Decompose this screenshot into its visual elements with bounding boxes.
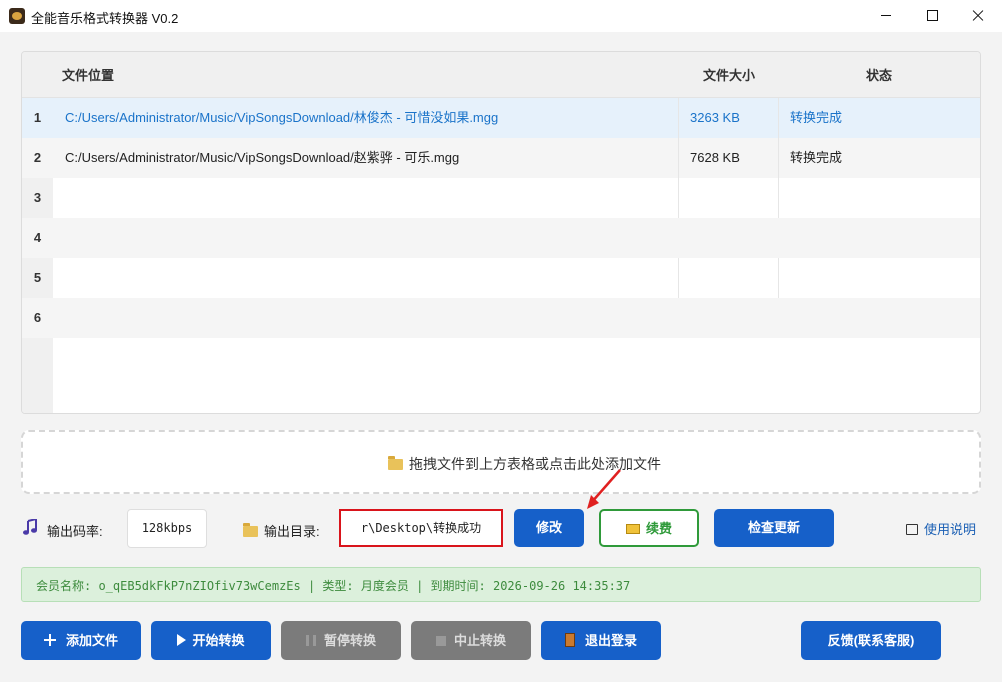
folder-icon (388, 456, 403, 470)
cell-size[interactable] (690, 178, 785, 218)
cell-path[interactable]: C:/Users/Administrator/Music/VipSongsDow… (65, 138, 675, 178)
exit-door-icon (564, 633, 575, 647)
modify-button[interactable]: 修改 (514, 509, 584, 547)
stop-icon (435, 636, 446, 646)
help-label: 使用说明 (924, 522, 977, 537)
start-convert-button[interactable]: 开始转换 (151, 621, 271, 660)
minimize-icon (881, 15, 891, 16)
row-number: 5 (33, 270, 42, 285)
bitrate-label: 输出码率: (47, 524, 103, 539)
table-header: 文件位置 文件大小 状态 (22, 52, 980, 98)
table-row[interactable]: 1 C:/Users/Administrator/Music/VipSongsD… (22, 98, 980, 138)
window-title: 全能音乐格式转换器 V0.2 (31, 11, 179, 26)
row-number: 6 (33, 310, 42, 325)
table-row[interactable]: 4 (22, 218, 980, 258)
cell-status[interactable] (790, 298, 970, 338)
cell-status[interactable]: 转换完成 (790, 138, 970, 178)
table-row[interactable]: 3 (22, 178, 980, 218)
renew-button[interactable]: 续费 (599, 509, 699, 547)
card-icon (625, 524, 640, 534)
outdir-label: 输出目录: (264, 524, 320, 539)
folder-icon (243, 523, 258, 537)
header-size[interactable]: 文件大小 (703, 52, 755, 97)
row-number: 4 (33, 230, 42, 245)
file-table[interactable]: 文件位置 文件大小 状态 1 C:/Users/Administrator/Mu… (21, 51, 981, 414)
renew-label: 续费 (645, 521, 672, 536)
cell-size[interactable] (690, 258, 785, 298)
cell-path[interactable] (65, 298, 675, 338)
music-note-icon (23, 519, 37, 535)
cell-size[interactable] (690, 298, 785, 338)
header-path[interactable]: 文件位置 (62, 52, 114, 97)
pause-convert-button[interactable]: 暂停转换 (281, 621, 401, 660)
cell-size[interactable]: 3263 KB (690, 98, 785, 138)
feedback-button[interactable]: 反馈(联系客服) (801, 621, 941, 660)
header-status[interactable]: 状态 (866, 52, 892, 97)
stop-convert-button[interactable]: 中止转换 (411, 621, 531, 660)
annotation-arrow-icon (587, 469, 621, 509)
play-icon (177, 634, 187, 646)
row-number: 2 (33, 150, 42, 165)
cell-path[interactable]: C:/Users/Administrator/Music/VipSongsDow… (65, 98, 675, 138)
book-icon (906, 524, 918, 535)
cell-size[interactable]: 7628 KB (690, 138, 785, 178)
close-button[interactable] (955, 0, 1001, 32)
check-update-button[interactable]: 检查更新 (714, 509, 834, 547)
drop-zone[interactable]: 拖拽文件到上方表格或点击此处添加文件 (21, 430, 981, 494)
member-info-bar: 会员名称: o_qEB5dkFkP7nZIOfiv73wCemzEs | 类型:… (21, 567, 981, 602)
cell-path[interactable] (65, 258, 675, 298)
cell-status[interactable]: 转换完成 (790, 98, 970, 138)
cell-path[interactable] (65, 178, 675, 218)
bitrate-select[interactable]: 128kbps (127, 509, 207, 548)
minimize-button[interactable] (863, 0, 909, 32)
maximize-button[interactable] (909, 0, 955, 32)
add-file-button[interactable]: 添加文件 (21, 621, 141, 660)
cell-status[interactable] (790, 258, 970, 298)
pause-icon (305, 635, 316, 646)
help-link[interactable]: 使用说明 (906, 519, 976, 538)
row-number: 3 (33, 190, 42, 205)
logout-button[interactable]: 退出登录 (541, 621, 661, 660)
table-row[interactable]: 5 (22, 258, 980, 298)
member-info-text: 会员名称: o_qEB5dkFkP7nZIOfiv73wCemzEs | 类型:… (36, 579, 631, 593)
cell-status[interactable] (790, 218, 970, 258)
plus-icon (43, 634, 56, 646)
table-row[interactable]: 6 (22, 298, 980, 338)
cell-path[interactable] (65, 218, 675, 258)
output-directory-field[interactable]: r\Desktop\转换成功 (339, 509, 503, 547)
row-number: 1 (33, 110, 42, 125)
title-bar: 全能音乐格式转换器 V0.2 (0, 0, 1002, 32)
cell-status[interactable] (790, 178, 970, 218)
table-row[interactable]: 2 C:/Users/Administrator/Music/VipSongsD… (22, 138, 980, 178)
maximize-icon (927, 10, 938, 21)
cell-size[interactable] (690, 218, 785, 258)
app-icon (9, 8, 25, 24)
